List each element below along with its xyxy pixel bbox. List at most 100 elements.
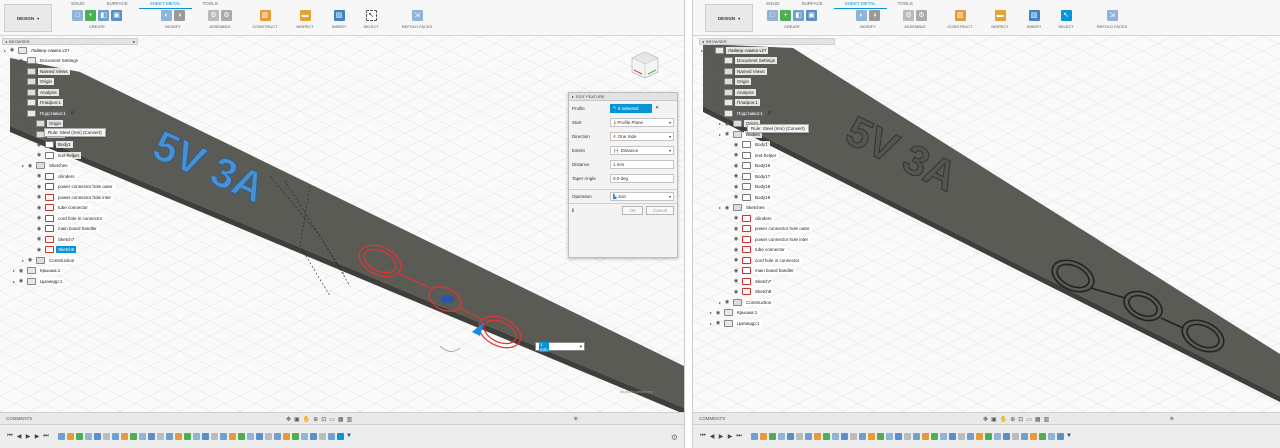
browser-item[interactable]: ▸ ◉ Лайвер-лампа v27 bbox=[699, 45, 835, 56]
timeline-feature-icon[interactable] bbox=[283, 433, 290, 440]
visibility-icon[interactable]: ◉ bbox=[714, 310, 722, 316]
assemble-group[interactable]: ⚙ ⚙ ASSEMBLE bbox=[200, 10, 240, 34]
browser-item[interactable]: ◉ main board handler bbox=[2, 224, 138, 235]
browser-item[interactable]: ▸ ◉ Крышка:1 bbox=[699, 308, 835, 319]
timeline-feature-icon[interactable] bbox=[139, 433, 146, 440]
timeline-feature-icon[interactable] bbox=[328, 433, 335, 440]
radio-icon[interactable]: ⊙ bbox=[71, 110, 75, 116]
last-icon[interactable]: ⏭ bbox=[42, 433, 50, 440]
construct-group[interactable]: ▥ CONSTRUCT bbox=[941, 10, 979, 34]
browser-item[interactable]: ▸ ◉ Плафон:1 bbox=[2, 98, 138, 109]
browser-item[interactable]: ◉ cord hole in connector bbox=[2, 213, 138, 224]
fit-icon[interactable]: ⊡ bbox=[321, 416, 326, 423]
radio-icon[interactable]: ⊙ bbox=[768, 110, 772, 116]
visibility-icon[interactable]: ◉ bbox=[714, 320, 722, 326]
chevron-down-icon[interactable]: ▾ bbox=[580, 344, 582, 350]
sketch-icon[interactable]: + bbox=[780, 10, 791, 21]
visibility-icon[interactable]: ◉ bbox=[732, 257, 740, 263]
profile-selection[interactable]: ↖ 5 selected bbox=[610, 103, 652, 113]
refold-faces-group[interactable]: ⇲ REFOLD FACES bbox=[392, 10, 442, 34]
timeline-feature-icon[interactable] bbox=[103, 433, 110, 440]
visibility-icon[interactable]: ◉ bbox=[26, 163, 34, 169]
timeline-feature-icon[interactable] bbox=[976, 433, 983, 440]
insert-group[interactable]: ▨ INSERT bbox=[1021, 10, 1047, 34]
timeline-feature-icon[interactable] bbox=[751, 433, 758, 440]
browser-item[interactable]: ▸ ◉ Named Views bbox=[699, 66, 835, 77]
viewcube-icon[interactable] bbox=[628, 48, 662, 82]
plane-icon[interactable]: ▥ bbox=[954, 10, 966, 21]
tab-surface[interactable]: SURFACE bbox=[791, 0, 834, 9]
add-comment-icon[interactable]: ⊕ bbox=[574, 416, 578, 422]
zoom-icon[interactable]: ⊕ bbox=[313, 416, 318, 423]
browser-item[interactable]: ◉ Body1 bbox=[2, 140, 138, 151]
browser-item[interactable]: ◉ Sketch7 bbox=[2, 234, 138, 245]
timeline-feature-icon[interactable] bbox=[1057, 433, 1064, 440]
select-group[interactable]: ↖ SELECT bbox=[1053, 10, 1079, 34]
timeline-feature-icon[interactable] bbox=[850, 433, 857, 440]
inspect-group[interactable]: ▬ INSPECT bbox=[290, 10, 320, 34]
browser-item[interactable]: ▸◉Origin bbox=[699, 77, 835, 88]
visibility-icon[interactable]: ◉ bbox=[17, 79, 25, 85]
timeline-feature-icon[interactable] bbox=[940, 433, 947, 440]
timeline-feature-icon[interactable] bbox=[922, 433, 929, 440]
timeline-feature-icon[interactable] bbox=[121, 433, 128, 440]
timeline-feature-icon[interactable] bbox=[337, 433, 344, 440]
timeline-feature-icon[interactable] bbox=[220, 433, 227, 440]
collapse-icon[interactable]: ◂ bbox=[5, 39, 7, 44]
create-group[interactable]: □ + ◧ ▣ CREATE bbox=[757, 10, 827, 34]
timeline-feature-icon[interactable] bbox=[1012, 433, 1019, 440]
tab-sheet-metal[interactable]: SHEET METAL bbox=[833, 0, 887, 9]
plane-icon[interactable]: ▥ bbox=[259, 10, 271, 21]
timeline-feature-icon[interactable] bbox=[1021, 433, 1028, 440]
visibility-icon[interactable]: ◉ bbox=[17, 89, 25, 95]
browser-item[interactable]: ◉ tube connector bbox=[699, 245, 835, 256]
browser-item[interactable]: ◉ power connector hole outer bbox=[2, 182, 138, 193]
create-group[interactable]: □ + ◧ ▣ CREATE bbox=[62, 10, 132, 34]
select-icon[interactable]: ↖ bbox=[1060, 10, 1072, 21]
timeline-feature-icon[interactable] bbox=[1039, 433, 1046, 440]
timeline-feature-icon[interactable] bbox=[859, 433, 866, 440]
sketch-icon[interactable]: + bbox=[85, 10, 96, 21]
fillet-icon[interactable]: ◑ bbox=[869, 10, 880, 21]
timeline-feature-icon[interactable] bbox=[202, 433, 209, 440]
extrude-icon[interactable]: ▣ bbox=[806, 10, 817, 21]
extent-select[interactable]: ├┤ Distance ▾ bbox=[610, 145, 674, 155]
visibility-icon[interactable]: ◉ bbox=[732, 194, 740, 200]
display-settings-icon[interactable]: ▭ bbox=[329, 416, 335, 423]
measure-icon[interactable]: ▬ bbox=[994, 10, 1006, 21]
look-at-icon[interactable]: ▣ bbox=[294, 416, 300, 423]
clear-icon[interactable]: ✕ bbox=[655, 105, 659, 111]
distance-input[interactable]: 1 mm bbox=[610, 159, 674, 169]
timeline-feature-icon[interactable] bbox=[1030, 433, 1037, 440]
modify-group[interactable]: ◐ ◑ MODIFY bbox=[843, 10, 893, 34]
timeline-feature-icon[interactable] bbox=[841, 433, 848, 440]
visibility-icon[interactable]: ◉ bbox=[17, 100, 25, 106]
ok-button[interactable]: OK bbox=[622, 206, 643, 215]
new-component-icon[interactable]: □ bbox=[72, 10, 83, 21]
visibility-icon[interactable]: ◉ bbox=[35, 205, 43, 211]
browser-item[interactable]: ◉ Body19 bbox=[699, 192, 835, 203]
browser-item[interactable]: ◉ text-helper bbox=[2, 150, 138, 161]
browser-item[interactable]: ▸ ◉ Цилиндр:1 bbox=[2, 276, 138, 287]
browser-item[interactable]: ▸ ◉ Подставка:1 ⊙ bbox=[2, 108, 138, 119]
visibility-icon[interactable]: ◉ bbox=[714, 100, 722, 106]
timeline-marker-icon[interactable]: ▼ bbox=[346, 433, 352, 440]
timeline-feature-icon[interactable] bbox=[994, 433, 1001, 440]
tab-sheet-metal[interactable]: SHEET METAL bbox=[138, 0, 192, 9]
visibility-icon[interactable]: ◉ bbox=[723, 121, 731, 127]
timeline-feature-icon[interactable] bbox=[184, 433, 191, 440]
timeline-feature-icon[interactable] bbox=[292, 433, 299, 440]
browser-item[interactable]: ▸ ◉ Цилиндр:1 bbox=[699, 318, 835, 329]
visibility-icon[interactable]: ◉ bbox=[26, 121, 34, 127]
timeline-feature-icon[interactable] bbox=[904, 433, 911, 440]
next-icon[interactable]: ▶ bbox=[33, 433, 41, 440]
direction-select[interactable]: ◭ One Side ▾ bbox=[610, 131, 674, 141]
visibility-icon[interactable]: ◉ bbox=[17, 110, 25, 116]
visibility-icon[interactable]: ◉ bbox=[732, 142, 740, 148]
cancel-button[interactable]: Cancel bbox=[645, 206, 674, 215]
visibility-icon[interactable]: ◉ bbox=[732, 289, 740, 295]
workspace-switcher[interactable]: DESIGN ▾ bbox=[4, 4, 52, 32]
timeline-feature-icon[interactable] bbox=[760, 433, 767, 440]
timeline-feature-icon[interactable] bbox=[274, 433, 281, 440]
browser-item[interactable]: ▸ ◉ Плафон:1 bbox=[699, 98, 835, 109]
